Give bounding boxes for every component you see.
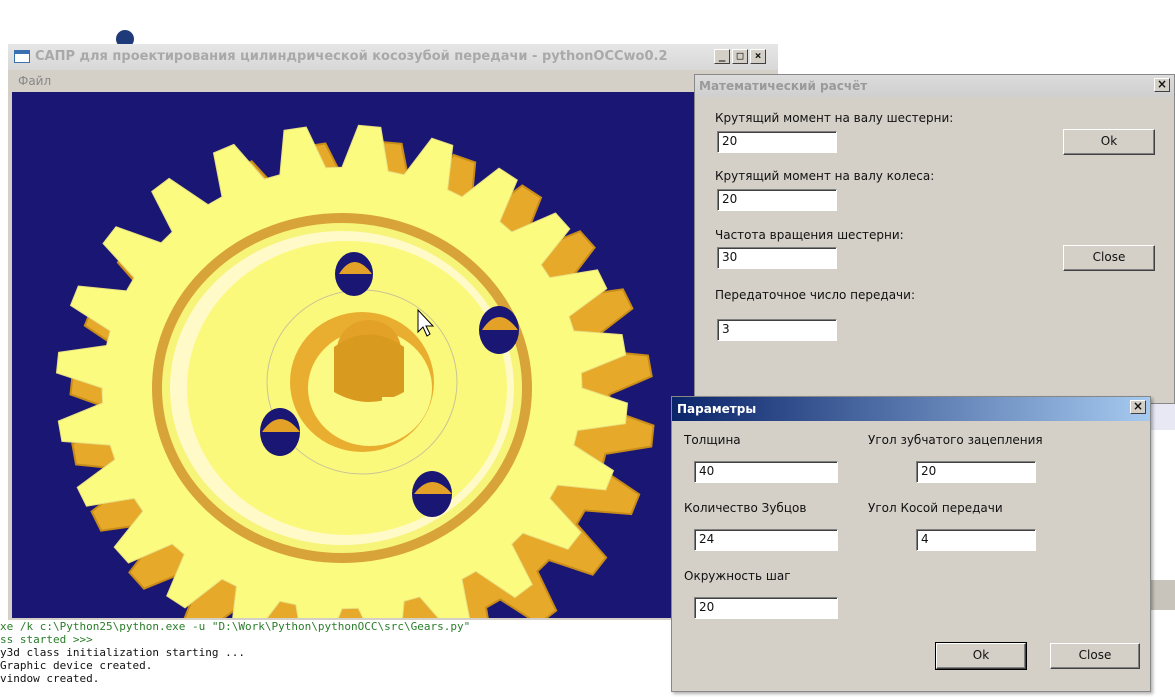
params-dialog-close-icon[interactable]: × <box>1130 400 1146 414</box>
menu-file[interactable]: Файл <box>18 74 51 88</box>
background-strip <box>1151 580 1175 610</box>
console-line: ss started >>> <box>0 633 93 646</box>
gear-hub <box>152 213 532 563</box>
mesh-angle-label: Угол зубчатого зацепления <box>868 433 1043 447</box>
maximize-button[interactable]: □ <box>732 49 748 64</box>
gear-ratio-label: Передаточное число передачи: <box>715 288 915 302</box>
teeth-count-label: Количество Зубцов <box>684 501 807 515</box>
pinion-speed-input[interactable]: 30 <box>717 247 837 269</box>
math-dialog-titlebar[interactable]: Математический расчёт × <box>695 75 1174 97</box>
menu-bar: Файл <box>8 70 778 92</box>
pitch-circle-label: Окружность шаг <box>684 569 791 583</box>
math-ok-button[interactable]: Ok <box>1063 129 1155 155</box>
math-dialog-title: Математический расчёт <box>699 79 868 93</box>
params-dialog-titlebar[interactable]: Параметры × <box>672 397 1150 421</box>
wheel-torque-input[interactable]: 20 <box>717 189 837 211</box>
console-line: Graphic device created. <box>0 659 153 672</box>
thickness-label: Толщина <box>684 433 741 447</box>
pinion-speed-label: Частота вращения шестерни: <box>715 228 904 242</box>
params-ok-button[interactable]: Ok <box>935 642 1027 670</box>
close-button[interactable]: × <box>750 49 766 64</box>
pitch-circle-input[interactable]: 20 <box>694 597 838 619</box>
minimize-button[interactable]: _ <box>714 49 730 64</box>
math-close-button[interactable]: Close <box>1063 245 1155 271</box>
teeth-count-input[interactable]: 24 <box>694 529 838 551</box>
math-calc-dialog: Математический расчёт × Крутящий момент … <box>694 74 1175 404</box>
params-dialog-title: Параметры <box>677 402 757 416</box>
main-window-title: САПР для проектирования цилиндрической к… <box>35 49 668 64</box>
gear-render <box>55 124 655 618</box>
thickness-input[interactable]: 40 <box>694 461 838 483</box>
math-dialog-close-icon[interactable]: × <box>1154 78 1170 92</box>
main-titlebar[interactable]: САПР для проектирования цилиндрической к… <box>8 44 778 70</box>
background-strip <box>1151 404 1175 430</box>
console-output: xe /k c:\Python25\python.exe -u "D:\Work… <box>0 620 680 697</box>
app-window-icon <box>14 50 30 63</box>
params-close-button[interactable]: Close <box>1050 643 1140 669</box>
gear-ratio-input[interactable]: 3 <box>717 319 837 341</box>
pinion-torque-label: Крутящий момент на валу шестерни: <box>715 111 954 125</box>
parameters-dialog: Параметры × Толщина 40 Количество Зубцов… <box>671 396 1151 692</box>
main-window: САПР для проектирования цилиндрической к… <box>8 44 778 644</box>
console-line: vindow created. <box>0 672 100 685</box>
console-line: y3d class initialization starting ... <box>0 646 246 659</box>
pinion-torque-input[interactable]: 20 <box>717 131 837 153</box>
wheel-torque-label: Крутящий момент на валу колеса: <box>715 169 935 183</box>
helix-angle-label: Угол Косой передачи <box>868 501 1003 515</box>
mesh-angle-input[interactable]: 20 <box>916 461 1036 483</box>
console-line: xe /k c:\Python25\python.exe -u "D:\Work… <box>0 620 471 633</box>
helix-angle-input[interactable]: 4 <box>916 529 1036 551</box>
3d-viewport[interactable] <box>12 92 774 618</box>
